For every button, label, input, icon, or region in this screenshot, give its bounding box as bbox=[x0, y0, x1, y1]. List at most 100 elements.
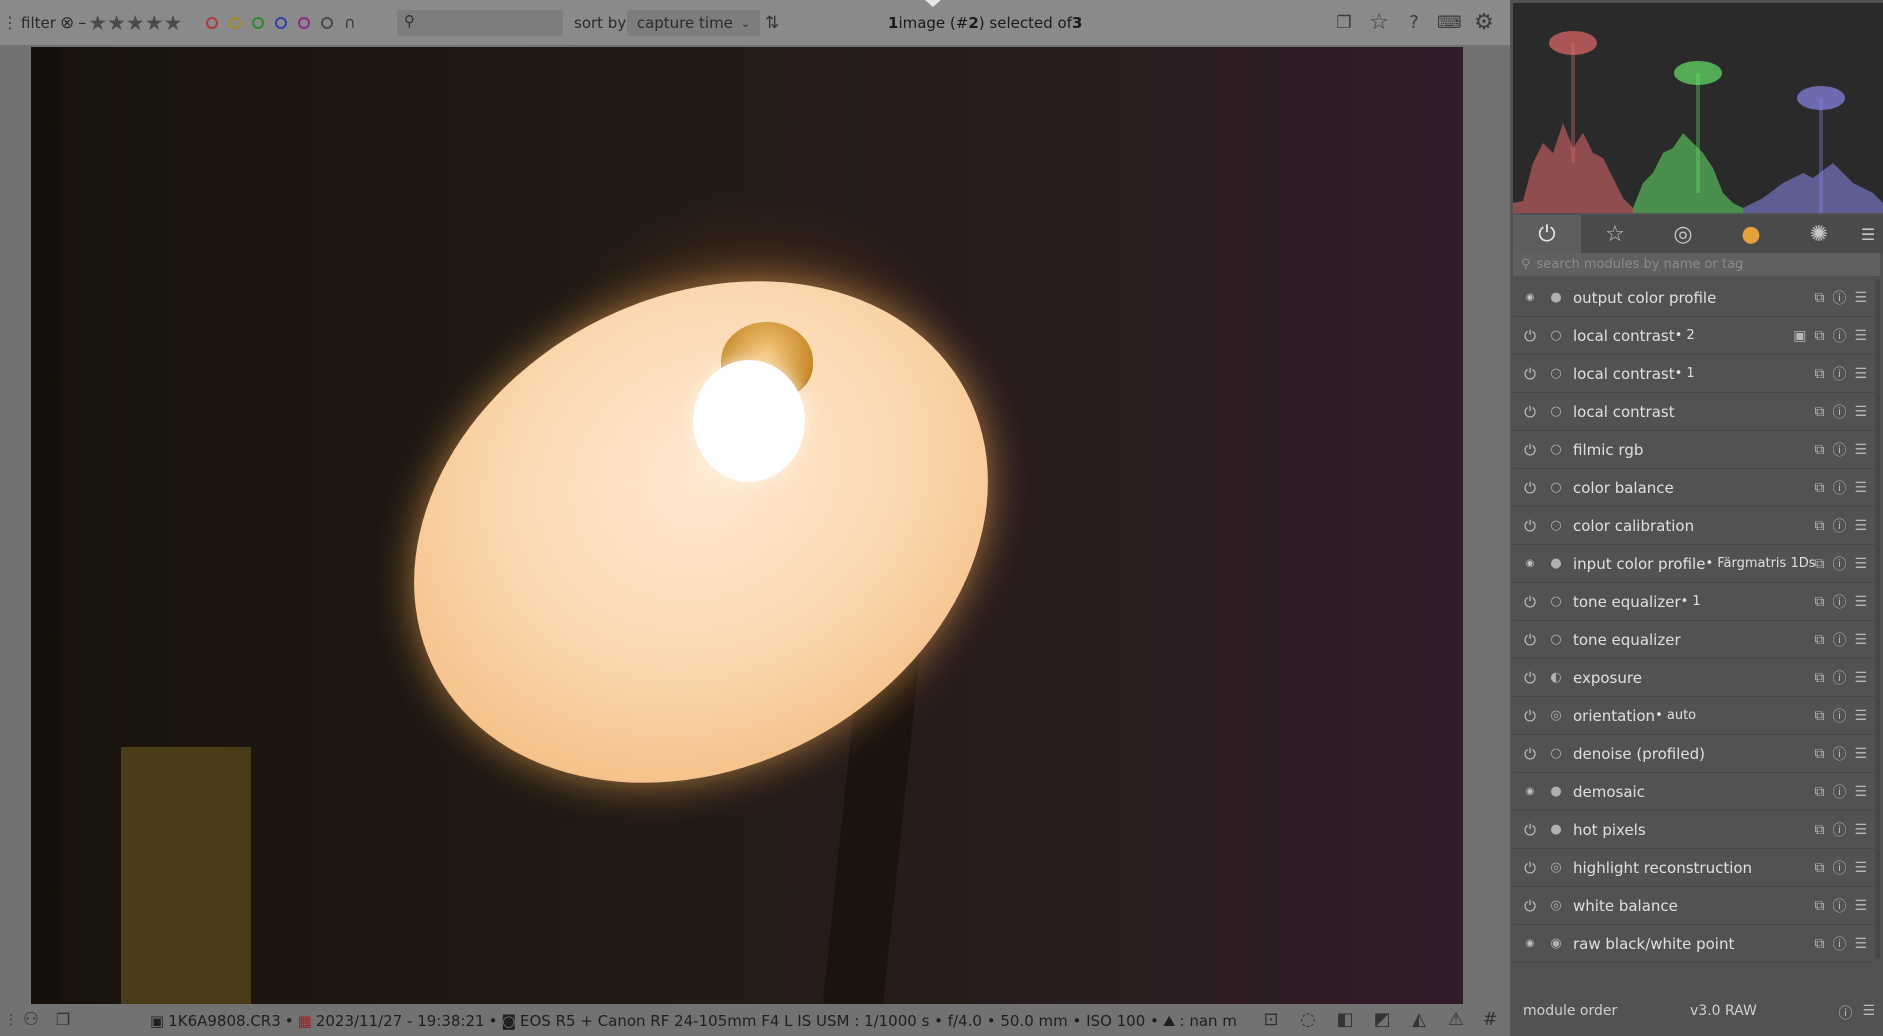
reset-icon[interactable]: ⓘ bbox=[1832, 782, 1846, 802]
presets-menu-icon[interactable]: ☰ bbox=[1854, 328, 1867, 344]
multi-instance-icon[interactable]: ⧉ bbox=[1814, 670, 1824, 686]
clipping-icon[interactable]: ◭ bbox=[1408, 1009, 1430, 1031]
multi-instance-icon[interactable]: ⧉ bbox=[1814, 784, 1824, 800]
reset-icon[interactable]: ⓘ bbox=[1832, 896, 1846, 916]
reset-icon[interactable]: ⓘ bbox=[1832, 706, 1846, 726]
star-icon[interactable]: ★ bbox=[88, 11, 107, 35]
text-search-input[interactable]: ⚲ bbox=[397, 10, 563, 36]
multi-instance-icon[interactable]: ⧉ bbox=[1814, 518, 1824, 534]
multi-instance-icon[interactable]: ⧉ bbox=[1814, 328, 1824, 344]
focus-peaking-icon[interactable]: ⊡ bbox=[1260, 1009, 1282, 1031]
presets-menu-icon[interactable]: ☰ bbox=[1854, 670, 1867, 686]
multi-instance-icon[interactable]: ⧉ bbox=[1814, 860, 1824, 876]
power-icon[interactable]: ⏻ bbox=[1515, 403, 1545, 421]
module-row[interactable]: ⏻ ◎ orientation • auto ⧉ ⓘ ☰ bbox=[1513, 697, 1875, 735]
power-icon[interactable]: ⏻ bbox=[1515, 327, 1545, 345]
power-icon[interactable]: ⏻ bbox=[1515, 441, 1545, 459]
reset-icon[interactable]: ⓘ bbox=[1832, 364, 1846, 384]
power-icon[interactable]: ⏻ bbox=[1515, 631, 1545, 649]
styles-icon[interactable]: ⚇ bbox=[20, 1009, 42, 1031]
panel-toggle-icon[interactable]: ⋮ bbox=[0, 1009, 22, 1031]
module-row[interactable]: ◉ ◉ raw black/white point ⧉ ⓘ ☰ bbox=[1513, 925, 1875, 963]
star-rating[interactable]: ★★★★★ bbox=[88, 11, 182, 35]
module-row[interactable]: ⏻ ○ local contrast • 1 ⧉ ⓘ ☰ bbox=[1513, 355, 1875, 393]
effects-icon[interactable]: ✺ bbox=[1785, 215, 1853, 253]
warning-icon[interactable]: ⚠ bbox=[1445, 1009, 1467, 1031]
multi-instance-icon[interactable]: ⧉ bbox=[1814, 556, 1824, 572]
scrollbar[interactable] bbox=[1875, 279, 1880, 959]
module-row[interactable]: ◉ ● output color profile ⧉ ⓘ ☰ bbox=[1513, 279, 1875, 317]
presets-menu-icon[interactable]: ☰ bbox=[1854, 556, 1867, 572]
reset-icon[interactable]: ⓘ bbox=[1838, 1003, 1852, 1023]
reject-icon[interactable]: ⊗ bbox=[60, 13, 74, 33]
star-icon[interactable]: ★ bbox=[145, 11, 164, 35]
filter-toggle-icon[interactable]: ⋮ bbox=[2, 0, 18, 45]
multi-instance-icon[interactable]: ⧉ bbox=[1814, 594, 1824, 610]
gear-icon[interactable]: ⚙ bbox=[1472, 11, 1496, 35]
presets-menu-icon[interactable]: ☰ bbox=[1854, 632, 1867, 648]
power-icon[interactable]: ⏻ bbox=[1515, 593, 1545, 611]
module-row[interactable]: ⏻ ○ filmic rgb ⧉ ⓘ ☰ bbox=[1513, 431, 1875, 469]
green-label-icon[interactable] bbox=[252, 16, 264, 29]
multi-instance-icon[interactable]: ⧉ bbox=[1814, 822, 1824, 838]
gamut-check-icon[interactable]: ◩ bbox=[1371, 1009, 1393, 1031]
color-wheel-icon[interactable]: ● bbox=[1717, 215, 1785, 253]
aperture-icon[interactable]: ◎ bbox=[1649, 215, 1717, 253]
module-row[interactable]: ⏻ ○ color calibration ⧉ ⓘ ☰ bbox=[1513, 507, 1875, 545]
multi-instance-icon[interactable]: ⧉ bbox=[1814, 404, 1824, 420]
module-row[interactable]: ⏻ ○ color balance ⧉ ⓘ ☰ bbox=[1513, 469, 1875, 507]
mask-icon[interactable]: ▣ bbox=[1793, 328, 1806, 344]
multi-instance-icon[interactable]: ⧉ bbox=[1814, 708, 1824, 724]
reset-icon[interactable]: ⓘ bbox=[1832, 288, 1846, 308]
reset-icon[interactable]: ⓘ bbox=[1832, 402, 1846, 422]
label-operator-icon[interactable]: ∩ bbox=[344, 13, 356, 32]
gray-label-icon[interactable] bbox=[321, 16, 333, 29]
presets-menu-icon[interactable]: ☰ bbox=[1854, 442, 1867, 458]
reset-icon[interactable]: ⓘ bbox=[1832, 934, 1846, 954]
presets-menu-icon[interactable]: ☰ bbox=[1854, 860, 1867, 876]
presets-menu-icon[interactable]: ☰ bbox=[1853, 215, 1883, 253]
yellow-label-icon[interactable] bbox=[229, 16, 241, 29]
reset-icon[interactable]: ⓘ bbox=[1832, 440, 1846, 460]
presets-menu-icon[interactable]: ☰ bbox=[1854, 480, 1867, 496]
presets-menu-icon[interactable]: ☰ bbox=[1854, 594, 1867, 610]
presets-menu-icon[interactable]: ☰ bbox=[1854, 708, 1867, 724]
reset-icon[interactable]: ⓘ bbox=[1832, 820, 1846, 840]
module-row[interactable]: ⏻ ◎ white balance ⧉ ⓘ ☰ bbox=[1513, 887, 1875, 925]
module-row[interactable]: ⏻ ◐ exposure ⧉ ⓘ ☰ bbox=[1513, 659, 1875, 697]
rating-range-icon[interactable]: – bbox=[78, 13, 86, 32]
module-row[interactable]: ⏻ ○ denoise (profiled) ⧉ ⓘ ☰ bbox=[1513, 735, 1875, 773]
multi-instance-icon[interactable]: ⧉ bbox=[1814, 366, 1824, 382]
reset-icon[interactable]: ⓘ bbox=[1832, 592, 1846, 612]
reset-icon[interactable]: ⓘ bbox=[1832, 668, 1846, 688]
presets-menu-icon[interactable]: ☰ bbox=[1854, 290, 1867, 306]
always-on-icon[interactable]: ◉ bbox=[1515, 938, 1545, 949]
star-icon[interactable]: ★ bbox=[107, 11, 126, 35]
star-icon[interactable]: ★ bbox=[164, 11, 183, 35]
reset-icon[interactable]: ⓘ bbox=[1832, 554, 1846, 574]
power-icon[interactable]: ⏻ bbox=[1515, 897, 1545, 915]
always-on-icon[interactable]: ◉ bbox=[1515, 558, 1545, 569]
always-on-icon[interactable]: ◉ bbox=[1515, 292, 1545, 303]
keyboard-icon[interactable]: ⌨ bbox=[1437, 11, 1462, 35]
multi-instance-icon[interactable]: ⧉ bbox=[1814, 746, 1824, 762]
overlay-icon[interactable]: ❐ bbox=[1332, 11, 1356, 35]
power-icon[interactable]: ⏻ bbox=[1515, 707, 1545, 725]
power-icon[interactable]: ⏻ bbox=[1513, 215, 1581, 253]
multi-instance-icon[interactable]: ⧉ bbox=[1814, 290, 1824, 306]
multi-instance-icon[interactable]: ⧉ bbox=[1814, 898, 1824, 914]
module-search-input[interactable]: ⚲ search modules by name or tag bbox=[1513, 253, 1880, 276]
reset-icon[interactable]: ⓘ bbox=[1832, 326, 1846, 346]
raw-overexposed-icon[interactable]: ◌ bbox=[1297, 1009, 1319, 1031]
blue-label-icon[interactable] bbox=[275, 16, 287, 29]
softproof-icon[interactable]: ◧ bbox=[1334, 1009, 1356, 1031]
reset-icon[interactable]: ⓘ bbox=[1832, 858, 1846, 878]
multi-instance-icon[interactable]: ⧉ bbox=[1814, 632, 1824, 648]
reset-icon[interactable]: ⓘ bbox=[1832, 516, 1846, 536]
red-label-icon[interactable] bbox=[206, 16, 218, 29]
module-row[interactable]: ◉ ● input color profile • Färgmatris 1Ds ⧉ ⓘ… bbox=[1513, 545, 1875, 583]
module-row[interactable]: ⏻ ○ local contrast • 2 ▣ ⧉ ⓘ ☰ bbox=[1513, 317, 1875, 355]
second-window-icon[interactable]: ❐ bbox=[52, 1009, 74, 1031]
presets-menu-icon[interactable]: ☰ bbox=[1862, 1003, 1875, 1023]
purple-label-icon[interactable] bbox=[298, 16, 310, 29]
